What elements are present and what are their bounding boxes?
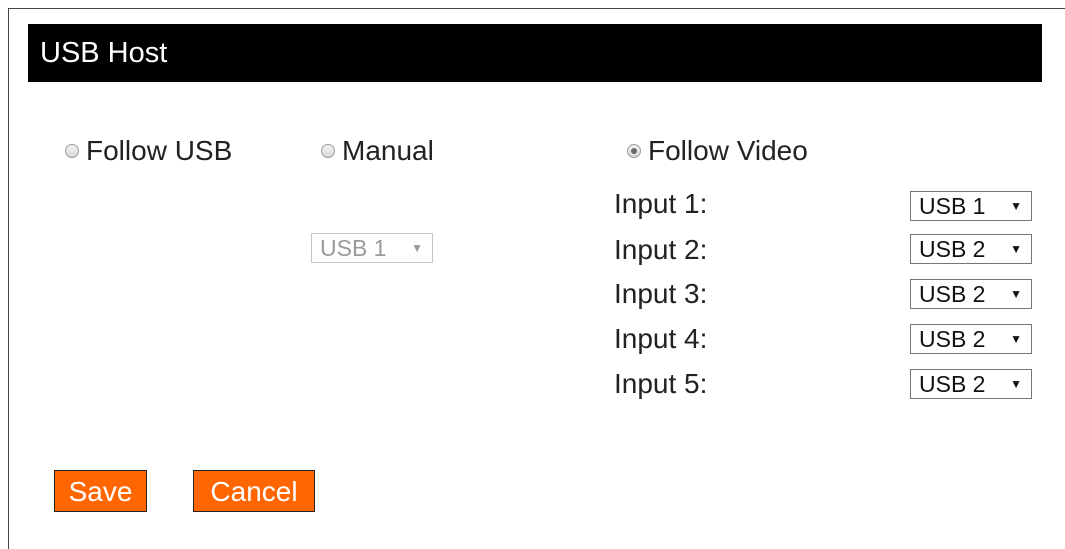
chevron-down-icon: ▼ [411,241,423,255]
input-1-label: Input 1: [614,188,708,219]
follow-video-label: Follow Video [648,135,808,166]
manual-radio[interactable] [321,144,335,158]
follow-video-radio[interactable] [627,144,641,158]
input-1-select[interactable]: USB 1 ▼ [910,191,1032,221]
manual-usb-select: USB 1 ▼ [311,233,433,263]
input-5-select[interactable]: USB 2 ▼ [910,369,1032,399]
input-3-select[interactable]: USB 2 ▼ [910,279,1032,309]
input-2-select-value: USB 2 [919,236,986,262]
input-4-select[interactable]: USB 2 ▼ [910,324,1032,354]
section-title: USB Host [40,37,168,69]
follow-video-option[interactable]: Follow Video [627,135,808,167]
section-header: USB Host [28,24,1042,82]
follow-usb-option[interactable]: Follow USB [65,135,232,167]
input-3-label: Input 3: [614,278,708,309]
follow-usb-label: Follow USB [86,135,233,166]
input-2-label: Input 2: [614,234,708,265]
input-5-select-value: USB 2 [919,371,986,397]
input-2-select[interactable]: USB 2 ▼ [910,234,1032,264]
input-1-select-value: USB 1 [919,193,986,219]
save-button[interactable]: Save [54,470,147,512]
manual-usb-select-value: USB 1 [320,235,387,261]
chevron-down-icon: ▼ [1010,199,1022,213]
cancel-button[interactable]: Cancel [193,470,315,512]
chevron-down-icon: ▼ [1010,242,1022,256]
input-3-select-value: USB 2 [919,281,986,307]
input-4-label: Input 4: [614,323,708,354]
chevron-down-icon: ▼ [1010,287,1022,301]
input-5-label: Input 5: [614,368,708,399]
input-4-select-value: USB 2 [919,326,986,352]
page-frame [8,8,1065,549]
follow-usb-radio[interactable] [65,144,79,158]
manual-label: Manual [342,135,434,166]
chevron-down-icon: ▼ [1010,332,1022,346]
chevron-down-icon: ▼ [1010,377,1022,391]
manual-option[interactable]: Manual [321,135,434,167]
